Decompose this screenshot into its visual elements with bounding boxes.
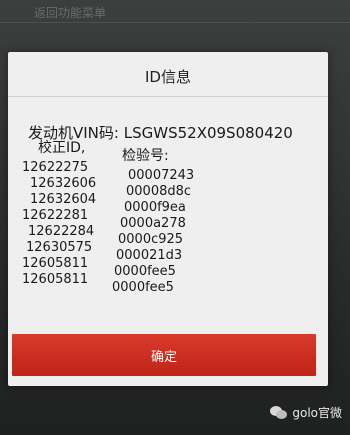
- check-number-cell: 0000c925: [118, 232, 184, 247]
- vin-value: LSGWS52X09S080420: [123, 124, 293, 142]
- dialog-title: ID信息: [145, 68, 191, 86]
- calibration-id-cell: 12622281: [22, 208, 89, 223]
- check-number-cell: 0000fee5: [114, 264, 176, 279]
- calibration-id-cell: 12622275: [22, 160, 89, 175]
- watermark-text: golo官微: [292, 406, 342, 420]
- calibration-id-cell: 12630575: [26, 240, 93, 255]
- check-number-cell: 0000f9ea: [124, 200, 186, 215]
- check-number-cell: 00008d8c: [126, 184, 192, 199]
- check-number-cell: 0000a278: [120, 216, 186, 231]
- calibration-id-cell: 12622284: [28, 224, 95, 239]
- wechat-icon: [270, 405, 288, 420]
- id-info-dialog: ID信息 发动机VIN码: LSGWS52X09S080420 校正ID, 12…: [8, 52, 328, 386]
- calibration-id-cell: 12632606: [30, 176, 97, 191]
- title-divider: [8, 96, 328, 97]
- check-number-column: 检验号: 00007243 00008d8c 0000f9ea 0000a278…: [110, 148, 194, 296]
- background-divider: [0, 22, 350, 23]
- ok-button[interactable]: 确定: [12, 334, 316, 376]
- calibration-id-column: 校正ID, 12622275 12632606 12632604 1262228…: [22, 140, 96, 288]
- calibration-id-cell: 12632604: [30, 192, 97, 207]
- check-number-header: 检验号:: [122, 148, 169, 164]
- calibration-id-cell: 12605811: [22, 272, 89, 287]
- calibration-id-cell: 12605811: [22, 256, 89, 271]
- watermark: golo官微: [270, 404, 342, 421]
- background-menu-text: 返回功能菜单: [34, 6, 107, 20]
- calibration-id-header: 校正ID,: [38, 140, 86, 156]
- check-number-cell: 000021d3: [116, 248, 183, 263]
- check-number-cell: 00007243: [128, 168, 195, 183]
- check-number-cell: 0000fee5: [112, 280, 174, 295]
